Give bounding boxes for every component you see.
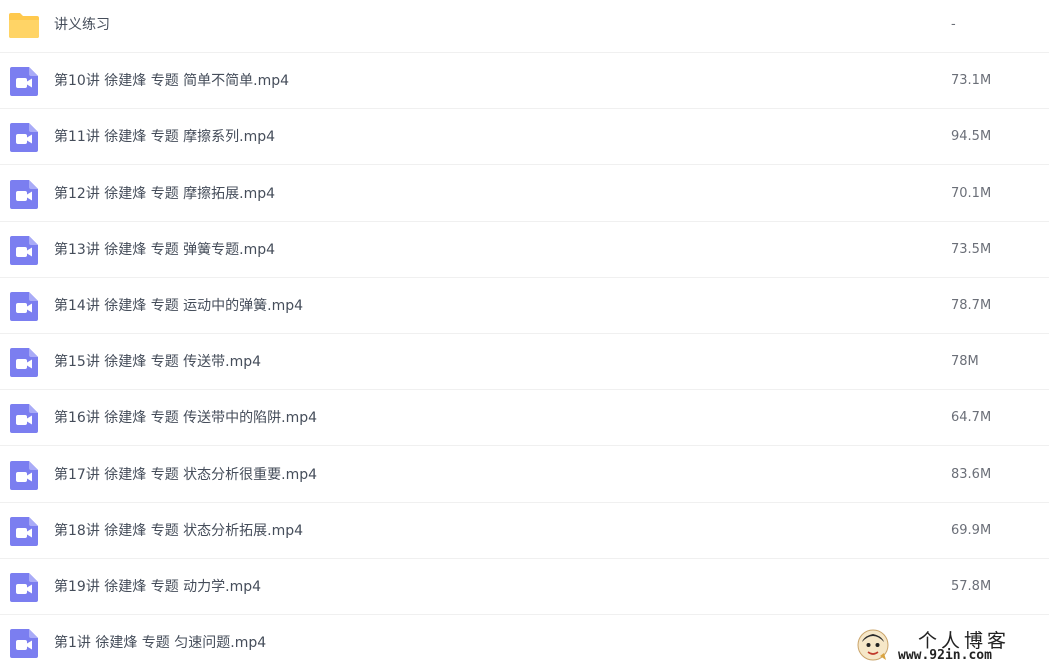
file-name[interactable]: 第17讲 徐建烽 专题 状态分析很重要.mp4 bbox=[54, 447, 317, 503]
file-row[interactable]: 第14讲 徐建烽 专题 运动中的弹簧.mp4 78.7M bbox=[0, 278, 1049, 334]
file-size: 78M bbox=[951, 354, 979, 369]
video-file-icon bbox=[8, 346, 40, 378]
video-file-icon bbox=[8, 121, 40, 153]
file-row[interactable]: 第17讲 徐建烽 专题 状态分析很重要.mp4 83.6M bbox=[0, 447, 1049, 503]
avatar-logo-icon bbox=[857, 629, 889, 661]
video-file-icon bbox=[8, 402, 40, 434]
folder-row[interactable]: 讲义练习 - bbox=[0, 0, 1049, 53]
video-file-icon bbox=[8, 234, 40, 266]
file-size: 64.7M bbox=[951, 410, 992, 425]
file-name[interactable]: 第14讲 徐建烽 专题 运动中的弹簧.mp4 bbox=[54, 278, 303, 334]
file-row[interactable]: 第15讲 徐建烽 专题 传送带.mp4 78M bbox=[0, 334, 1049, 390]
file-name[interactable]: 讲义练习 bbox=[54, 0, 110, 53]
file-size: 73.1M bbox=[951, 73, 992, 88]
file-row[interactable]: 第18讲 徐建烽 专题 状态分析拓展.mp4 69.9M bbox=[0, 503, 1049, 559]
file-name[interactable]: 第18讲 徐建烽 专题 状态分析拓展.mp4 bbox=[54, 503, 303, 559]
video-file-icon bbox=[8, 459, 40, 491]
video-file-icon bbox=[8, 571, 40, 603]
file-size: 83.6M bbox=[951, 467, 992, 482]
file-name[interactable]: 第15讲 徐建烽 专题 传送带.mp4 bbox=[54, 334, 261, 390]
video-file-icon bbox=[8, 627, 40, 659]
file-name[interactable]: 第16讲 徐建烽 专题 传送带中的陷阱.mp4 bbox=[54, 390, 317, 446]
file-name[interactable]: 第12讲 徐建烽 专题 摩擦拓展.mp4 bbox=[54, 166, 275, 222]
file-size: 57.8M bbox=[951, 579, 992, 594]
file-size: 94.5M bbox=[951, 129, 992, 144]
file-list: 讲义练习 - 第10讲 徐建烽 专题 简单不简单.mp4 73.1M 第11讲 徐建烽 … bbox=[0, 0, 1049, 668]
file-row[interactable]: 第12讲 徐建烽 专题 摩擦拓展.mp4 70.1M bbox=[0, 166, 1049, 222]
file-name[interactable]: 第10讲 徐建烽 专题 简单不简单.mp4 bbox=[54, 53, 289, 109]
file-name[interactable]: 第19讲 徐建烽 专题 动力学.mp4 bbox=[54, 559, 261, 615]
file-row[interactable]: 第13讲 徐建烽 专题 弹簧专题.mp4 73.5M bbox=[0, 222, 1049, 278]
file-size: 69.9M bbox=[951, 523, 992, 538]
file-row[interactable]: 第11讲 徐建烽 专题 摩擦系列.mp4 94.5M bbox=[0, 109, 1049, 165]
file-row[interactable]: 第16讲 徐建烽 专题 传送带中的陷阱.mp4 64.7M bbox=[0, 390, 1049, 446]
video-file-icon bbox=[8, 515, 40, 547]
video-file-icon bbox=[8, 65, 40, 97]
file-name[interactable]: 第11讲 徐建烽 专题 摩擦系列.mp4 bbox=[54, 109, 275, 165]
blog-watermark: 个人博客 www.92in.com bbox=[852, 626, 1044, 666]
video-file-icon bbox=[8, 178, 40, 210]
file-row[interactable]: 第10讲 徐建烽 专题 简单不简单.mp4 73.1M bbox=[0, 53, 1049, 109]
folder-icon bbox=[8, 9, 40, 41]
file-name[interactable]: 第1讲 徐建烽 专题 匀速问题.mp4 bbox=[54, 615, 266, 668]
file-size: - bbox=[951, 17, 956, 32]
file-size: 70.1M bbox=[951, 186, 992, 201]
file-size: 78.7M bbox=[951, 298, 992, 313]
file-name[interactable]: 第13讲 徐建烽 专题 弹簧专题.mp4 bbox=[54, 222, 275, 278]
watermark-url: www.92in.com bbox=[898, 648, 992, 663]
file-row[interactable]: 第19讲 徐建烽 专题 动力学.mp4 57.8M bbox=[0, 559, 1049, 615]
file-size: 73.5M bbox=[951, 242, 992, 257]
video-file-icon bbox=[8, 290, 40, 322]
